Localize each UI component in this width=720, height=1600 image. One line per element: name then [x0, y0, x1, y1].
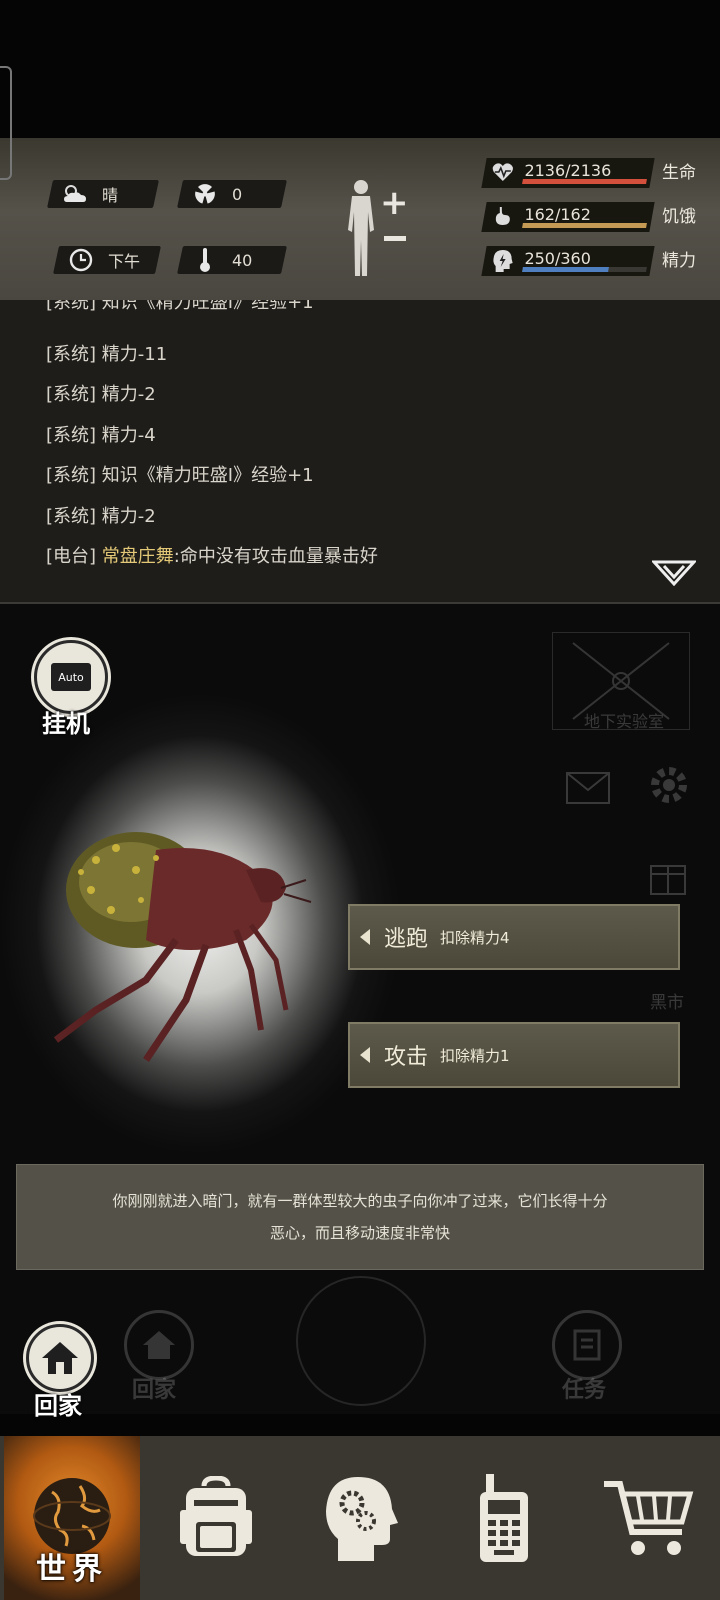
temperature-stat: 40 [177, 246, 287, 274]
log-line: [系统] 精力-2 [46, 506, 156, 527]
clock-icon [68, 247, 94, 273]
energy-head-icon [492, 249, 514, 277]
hunger-fill [522, 223, 647, 228]
health-value: 2136/2136 [524, 161, 612, 180]
auto-label: 挂机 [42, 710, 90, 738]
gift-icon [648, 852, 688, 900]
minus-icon[interactable] [384, 236, 406, 241]
ghost-task-label: 任务 [562, 1378, 607, 1403]
nav-world[interactable]: 世界 [4, 1436, 140, 1600]
thermometer-icon [192, 247, 218, 273]
flea-monster-image [36, 810, 336, 1074]
heart-pulse-icon [492, 161, 514, 187]
nav-radio[interactable] [436, 1436, 572, 1600]
energy-label: 精力 [662, 251, 696, 271]
backpack-icon [180, 1476, 252, 1556]
ghost-home-label: 回家 [132, 1378, 177, 1403]
side-frame [0, 66, 12, 180]
attack-label: 攻击 [384, 1045, 429, 1070]
nav-skills[interactable] [292, 1436, 428, 1600]
flee-cost: 扣除精力4 [440, 928, 510, 947]
description-line: 恶心，而且移动速度非常快 [269, 1224, 450, 1242]
bottom-nav: 世界 [0, 1436, 720, 1600]
energy-value: 250/360 [524, 249, 591, 268]
hunger-bar: 162/162 [481, 202, 655, 232]
message-log[interactable]: [系统] 知识《精力旺盛Ⅰ》经验+1 [系统] 精力-11 [系统] 精力-2 … [0, 300, 720, 604]
home-button[interactable] [26, 1324, 94, 1392]
hunger-value: 162/162 [524, 205, 591, 224]
health-bar: 2136/2136 [481, 158, 655, 188]
mail-icon [566, 772, 610, 808]
home-label: 回家 [34, 1392, 82, 1420]
left-arrow-icon [360, 929, 370, 945]
energy-bar: 250/360 [481, 246, 655, 277]
auto-monitor-icon: Auto [51, 663, 91, 691]
gear-icon [646, 762, 692, 812]
radio-phone-icon [480, 1474, 528, 1562]
flee-label: 逃跑 [384, 927, 429, 952]
description-line: 你刚刚就进入暗门，就有一群体型较大的虫子向你冲了过来，它们长得十分 [112, 1192, 608, 1210]
map-location-label: 地下实验室 [584, 712, 665, 731]
nav-backpack[interactable] [148, 1436, 284, 1600]
health-fill [522, 179, 647, 184]
time-value: 下午 [108, 252, 141, 271]
cloud-sun-icon [62, 181, 88, 207]
ghost-task-icon [552, 1310, 622, 1380]
log-line: [系统] 精力-11 [46, 344, 168, 365]
ghost-home-icon [124, 1310, 194, 1380]
attack-cost: 扣除精力1 [440, 1046, 510, 1065]
plus-icon[interactable]: + [380, 186, 409, 220]
radiation-icon [192, 181, 218, 207]
time-stat: 下午 [53, 246, 161, 274]
left-arrow-icon [360, 1047, 370, 1063]
encounter-description: 你刚刚就进入暗门，就有一群体型较大的虫子向你冲了过来，它们长得十分 恶心，而且移… [16, 1164, 704, 1270]
flee-button[interactable]: 逃跑 扣除精力4 [348, 904, 680, 970]
brain-skills-icon [326, 1477, 398, 1561]
log-line: [系统] 知识《精力旺盛Ⅰ》经验+1 [46, 300, 314, 313]
shopping-cart-icon [604, 1481, 694, 1555]
radiation-stat: 0 [177, 180, 287, 208]
temperature-value: 40 [232, 250, 253, 270]
radio-log-line: [电台] 常盘庄舞:命中没有攻击血量暴击好 [46, 546, 378, 567]
nav-shop[interactable] [580, 1436, 716, 1600]
energy-fill [522, 267, 609, 272]
status-panel: 晴 0 下午 40 + 2136/2136 生命 162/162 饥饿 250/… [0, 138, 720, 302]
stomach-icon [492, 205, 514, 231]
log-line: [系统] 精力-4 [46, 425, 156, 446]
home-icon [42, 1342, 78, 1374]
attack-button[interactable]: 攻击 扣除精力1 [348, 1022, 680, 1088]
weather-stat: 晴 [47, 180, 159, 208]
health-label: 生命 [662, 163, 696, 183]
body-status-figure[interactable] [344, 178, 378, 278]
weather-value: 晴 [102, 186, 119, 205]
hunger-label: 饥饿 [662, 207, 696, 227]
expand-log-chevron-icon[interactable] [650, 560, 698, 590]
auto-button[interactable]: Auto [34, 640, 108, 714]
nav-world-label: 世界 [36, 1552, 108, 1587]
radiation-value: 0 [232, 184, 243, 204]
black-market-label: 黑市 [650, 993, 684, 1013]
log-line: [系统] 精力-2 [46, 384, 156, 405]
ghost-compass [296, 1276, 426, 1406]
log-line: [系统] 知识《精力旺盛Ⅰ》经验+1 [46, 465, 314, 486]
